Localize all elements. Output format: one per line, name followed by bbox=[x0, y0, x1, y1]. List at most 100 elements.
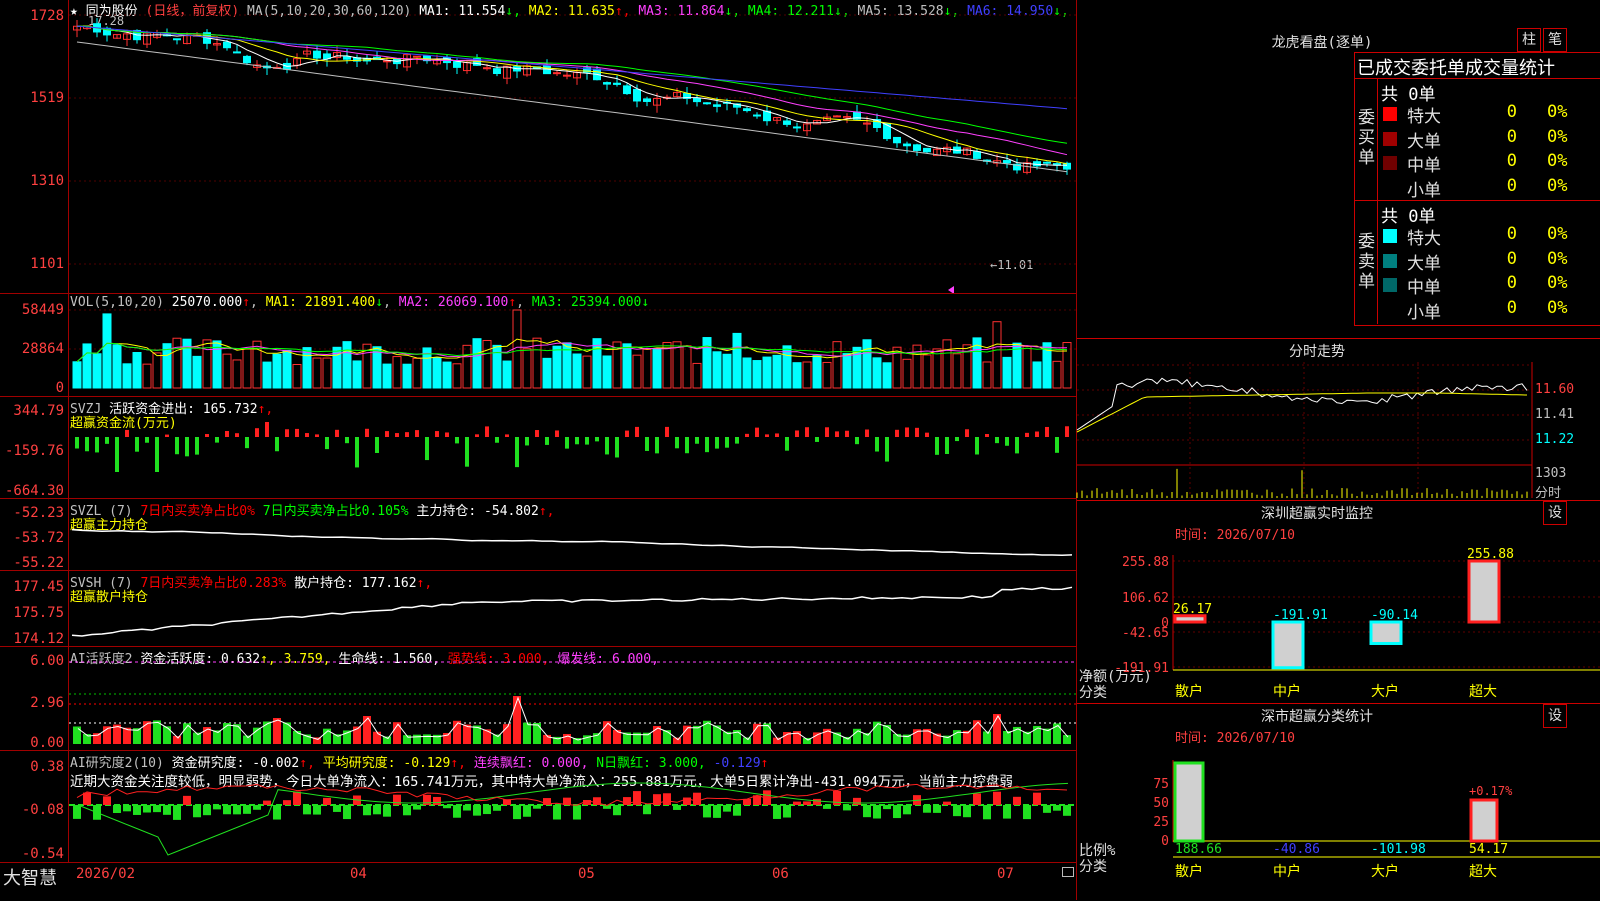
flow-bar bbox=[905, 427, 909, 437]
research-bar bbox=[643, 805, 651, 815]
flow-bar bbox=[635, 426, 639, 437]
volume-bar bbox=[932, 348, 942, 389]
main-chart-panel[interactable]: ★ 同为股份 (日线，前复权) MA(5,10,20,30,60,120) MA… bbox=[0, 0, 1076, 294]
activity-bar bbox=[463, 724, 471, 744]
volume-bar bbox=[722, 353, 732, 389]
volume-panel[interactable]: VOL(5,10,20) 25070.000↑, MA1: 21891.400↓… bbox=[0, 293, 1076, 397]
svsh-panel[interactable]: SVSH (7) 7日内买卖净占比0.283% 散户持仓: 177.162↑, … bbox=[0, 570, 1076, 647]
research-bar bbox=[223, 805, 231, 815]
flow-bar bbox=[985, 434, 989, 437]
candle-body bbox=[923, 147, 931, 153]
flow-bar bbox=[185, 437, 189, 457]
flow-bar bbox=[615, 437, 619, 458]
ss-y-label: 25 bbox=[1153, 815, 1169, 830]
flow-bar bbox=[675, 437, 679, 449]
svzl-line bbox=[71, 528, 1073, 556]
volume-bar bbox=[752, 360, 762, 389]
volume-bar bbox=[1012, 342, 1022, 389]
volume-bar bbox=[572, 353, 582, 389]
research-bar bbox=[303, 805, 311, 815]
volume-bar bbox=[112, 344, 122, 389]
flow-bar bbox=[275, 437, 279, 452]
flow-bar bbox=[625, 430, 629, 437]
research-bar bbox=[903, 805, 911, 815]
research-bar bbox=[383, 805, 391, 817]
flow-bar bbox=[545, 437, 549, 445]
activity-bar bbox=[883, 724, 891, 744]
volume-bar bbox=[842, 353, 852, 389]
flow-bar bbox=[915, 427, 919, 437]
volume-bar bbox=[412, 357, 422, 389]
research-bar bbox=[443, 805, 451, 809]
research-bar bbox=[743, 798, 751, 805]
volume-bar bbox=[1052, 360, 1062, 389]
ma-line bbox=[76, 41, 1068, 173]
date-label: 06 bbox=[772, 866, 789, 882]
research-bar bbox=[883, 805, 891, 810]
volume-bar bbox=[992, 321, 1002, 389]
svzj-bars bbox=[75, 422, 1069, 472]
research-bar bbox=[723, 805, 731, 812]
flow-bar bbox=[575, 437, 579, 445]
research-bar bbox=[893, 805, 901, 819]
research-bar bbox=[853, 797, 861, 805]
research-bar bbox=[433, 796, 441, 805]
research-bar bbox=[183, 795, 191, 805]
candle-body bbox=[913, 144, 921, 151]
candle-body bbox=[643, 98, 651, 102]
research-bar bbox=[243, 805, 251, 814]
research-bar bbox=[143, 805, 151, 813]
flow-bar bbox=[885, 437, 889, 462]
ss-category-label: 散户 bbox=[1175, 863, 1203, 880]
activity-bar bbox=[533, 722, 541, 744]
volume-bar bbox=[172, 337, 182, 389]
activity-bar bbox=[263, 721, 271, 744]
research-bar bbox=[363, 805, 371, 816]
volume-bar bbox=[502, 360, 512, 389]
flow-bar bbox=[725, 437, 729, 448]
flow-bar bbox=[785, 437, 789, 451]
activity-bar bbox=[1043, 728, 1051, 744]
svzl-panel[interactable]: SVZL (7) 7日内买卖净占比0% 7日内买卖净占比0.105% 主力持仓:… bbox=[0, 498, 1076, 571]
research-bar bbox=[1063, 805, 1071, 816]
research-bar bbox=[373, 805, 381, 815]
volume-bar bbox=[942, 339, 952, 389]
ai-research-panel[interactable]: AI研究度2(10) 资金研究度: -0.002↑, 平均研究度: -0.129… bbox=[0, 750, 1076, 863]
volume-bar bbox=[482, 339, 492, 389]
flow-bar bbox=[825, 427, 829, 437]
volume-bar bbox=[292, 363, 302, 389]
volume-bar bbox=[812, 355, 822, 389]
flow-bar bbox=[945, 437, 949, 454]
flow-bar bbox=[1035, 431, 1039, 437]
ai-active-panel[interactable]: AI活跃度2 资金活跃度: 0.632↑, 3.759, 生命线: 1.560,… bbox=[0, 646, 1076, 751]
activity-bar bbox=[73, 726, 81, 744]
research-bar bbox=[553, 805, 561, 820]
volume-bar bbox=[462, 344, 472, 389]
research-bar bbox=[483, 805, 491, 815]
volume-bar bbox=[472, 338, 482, 389]
flow-bar bbox=[405, 432, 409, 437]
flow-bar bbox=[605, 437, 609, 455]
flow-bar bbox=[395, 433, 399, 437]
volume-bar bbox=[202, 339, 212, 389]
volume-bar bbox=[552, 345, 562, 389]
volume-bar bbox=[642, 348, 652, 389]
research-bar bbox=[873, 805, 881, 819]
research-bar bbox=[463, 805, 471, 811]
research-bar bbox=[803, 801, 811, 805]
volume-bar bbox=[632, 354, 642, 389]
ss-category-label: 大户 bbox=[1371, 863, 1399, 880]
activity-bar bbox=[293, 731, 301, 744]
candlestick-chart bbox=[69, 14, 1076, 294]
flow-bar bbox=[1055, 437, 1059, 453]
flow-bar bbox=[665, 426, 669, 437]
volume-bar bbox=[212, 340, 222, 389]
volume-chart bbox=[69, 309, 1076, 389]
volume-bar bbox=[1022, 345, 1032, 389]
research-bar bbox=[933, 805, 941, 813]
svzj-panel[interactable]: SVZJ 活跃资金进出: 165.732↑, 超赢资金流(万元) 344.79 … bbox=[0, 396, 1076, 499]
research-bar bbox=[863, 805, 871, 818]
activity-bar bbox=[273, 718, 281, 744]
flow-bar bbox=[935, 437, 939, 455]
research-bar bbox=[1013, 796, 1021, 805]
